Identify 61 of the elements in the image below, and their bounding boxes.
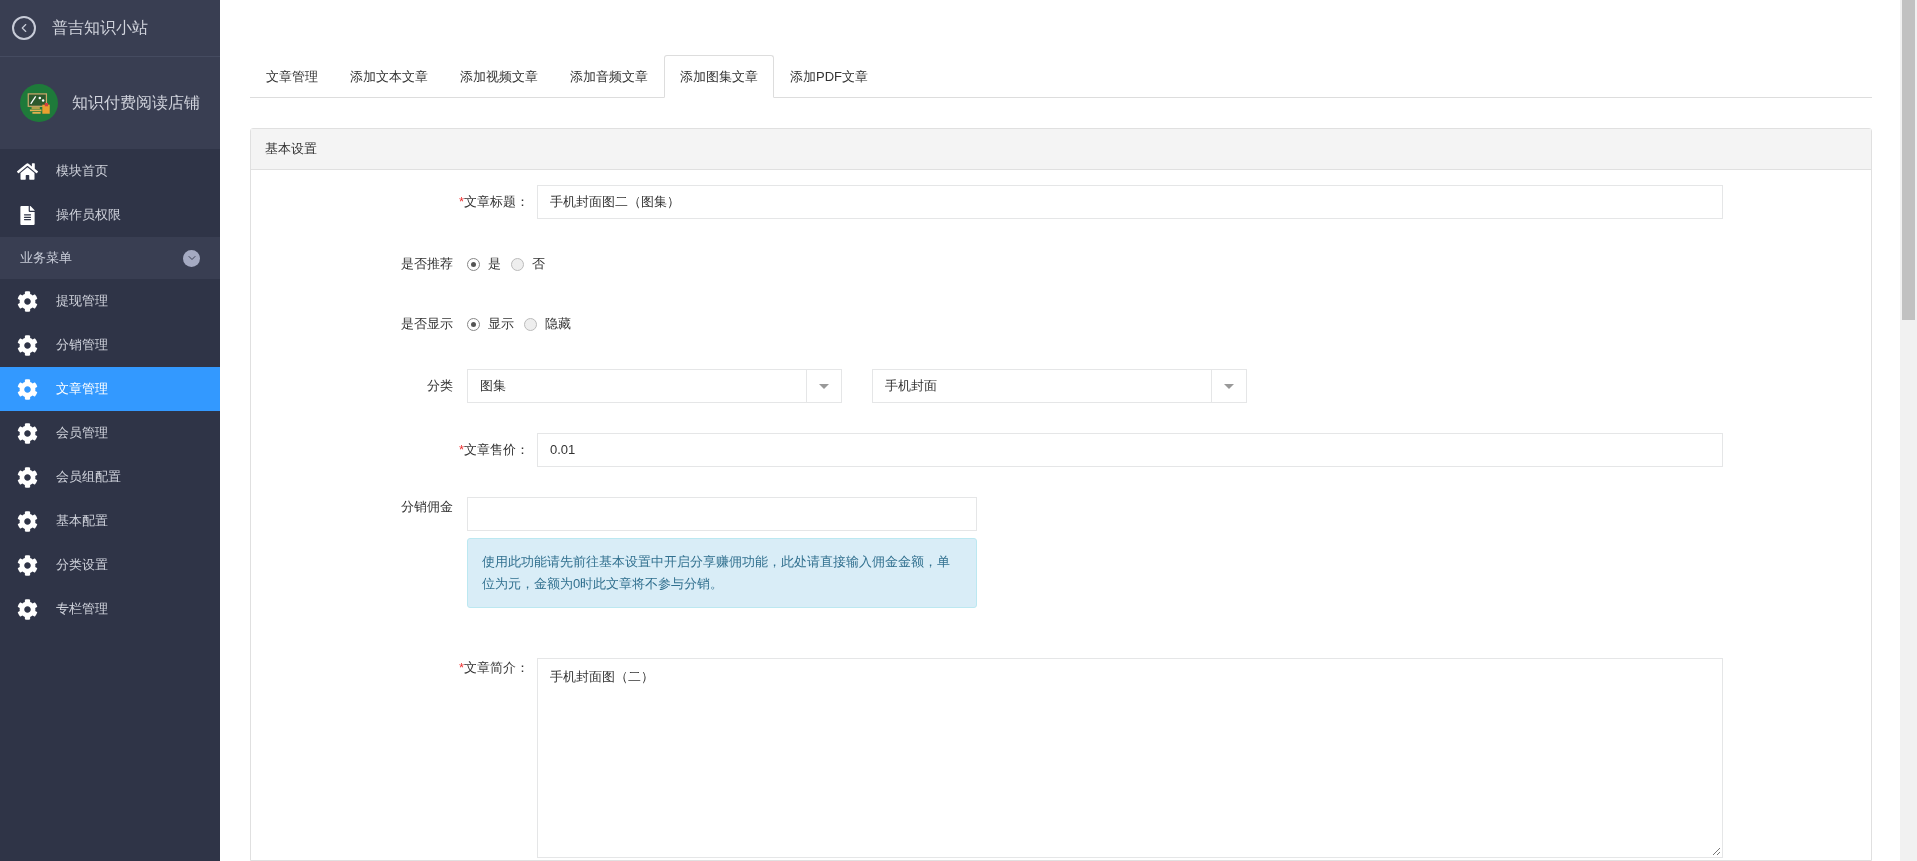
dropdown-select[interactable]: 图集 [467, 369, 842, 403]
sidebar-item[interactable]: 会员组配置 [0, 455, 220, 499]
tab[interactable]: 添加PDF文章 [774, 55, 884, 98]
help-text: 使用此功能请先前往基本设置中开启分享赚佣功能，此处请直接输入佣金金额，单位为元，金额为0时此文章将不参与分销。 [467, 538, 977, 608]
gear-icon [17, 422, 38, 444]
sidebar-item[interactable]: 分类设置 [0, 543, 220, 587]
text-input-field[interactable]: 0.01 [537, 433, 1723, 467]
app-title: 普吉知识小站 [52, 18, 148, 38]
sidebar-item[interactable]: 会员管理 [0, 411, 220, 455]
gear-icon [17, 378, 38, 400]
select-value: 手机封面 [884, 377, 938, 396]
gear-icon [17, 290, 38, 312]
caret-down-icon [1224, 383, 1234, 389]
sidebar-item[interactable]: 提现管理 [0, 279, 220, 323]
radio-button[interactable] [467, 257, 480, 271]
required-mark: * [458, 193, 464, 212]
scrollbar-thumb[interactable] [1902, 0, 1915, 320]
tab[interactable]: 文章管理 [250, 55, 334, 98]
sidebar-item[interactable]: 分销管理 [0, 323, 220, 367]
radio-button[interactable] [524, 317, 537, 331]
field-label: 分销佣金 [401, 498, 453, 516]
field-label: 是否显示 [401, 315, 453, 334]
textarea-field[interactable]: 手机封面图（二） [537, 658, 1723, 858]
text-input-field[interactable]: 手机封面图二（图集） [537, 185, 1723, 219]
panel-title: 基本设置 [265, 140, 317, 159]
document-icon [17, 205, 38, 225]
commission-input-field[interactable] [467, 497, 977, 531]
field-label: 分类 [427, 377, 453, 396]
gear-icon [17, 334, 38, 356]
radio-label: 否 [532, 255, 545, 274]
gear-icon [17, 598, 38, 620]
tab[interactable]: 添加音频文章 [554, 55, 664, 98]
radio-label: 显示 [488, 315, 514, 334]
radio-label: 隐藏 [545, 315, 571, 334]
section-header[interactable]: 业务菜单 [0, 237, 220, 279]
gear-icon [17, 466, 38, 488]
radio-button[interactable] [511, 257, 524, 271]
tab[interactable]: 添加文本文章 [334, 55, 444, 98]
sidebar-item[interactable]: 操作员权限 [0, 193, 220, 237]
radio-button[interactable] [467, 317, 480, 331]
shop-name: 知识付费阅读店铺 [72, 93, 200, 113]
tab[interactable]: 添加图集文章 [664, 55, 774, 98]
select-value: 图集 [479, 377, 507, 396]
radio-label: 是 [488, 255, 501, 274]
home-icon [17, 160, 38, 182]
field-label: 文章简介： [464, 659, 529, 677]
caret-down-icon [819, 383, 829, 389]
gear-icon [17, 554, 38, 576]
dropdown-select[interactable]: 手机封面 [872, 369, 1247, 403]
back-icon[interactable] [12, 16, 36, 40]
field-label: 文章售价： [464, 441, 529, 460]
field-label: 是否推荐 [401, 255, 453, 274]
tab[interactable]: 添加视频文章 [444, 55, 554, 98]
gear-icon [17, 510, 38, 532]
sidebar-item[interactable]: 模块首页 [0, 149, 220, 193]
required-mark: * [458, 441, 464, 460]
resize-handle-icon [1712, 847, 1720, 855]
sidebar-item[interactable]: 基本配置 [0, 499, 220, 543]
field-label: 文章标题： [464, 193, 529, 212]
required-mark: * [458, 659, 464, 677]
sidebar-item[interactable]: 专栏管理 [0, 587, 220, 631]
